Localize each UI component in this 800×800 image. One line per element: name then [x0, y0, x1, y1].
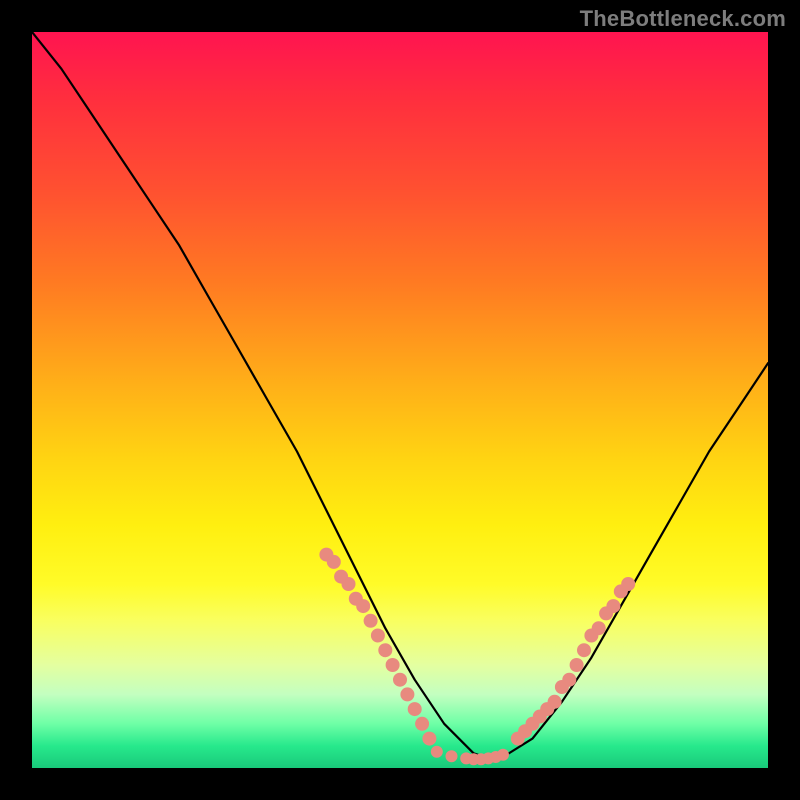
- watermark-text: TheBottleneck.com: [580, 6, 786, 32]
- dots-left-group: [319, 548, 436, 746]
- chart-svg: [32, 32, 768, 768]
- plot-area: [32, 32, 768, 768]
- curve-line: [32, 32, 768, 758]
- chart-frame: TheBottleneck.com: [0, 0, 800, 800]
- dots-right-group: [511, 577, 635, 746]
